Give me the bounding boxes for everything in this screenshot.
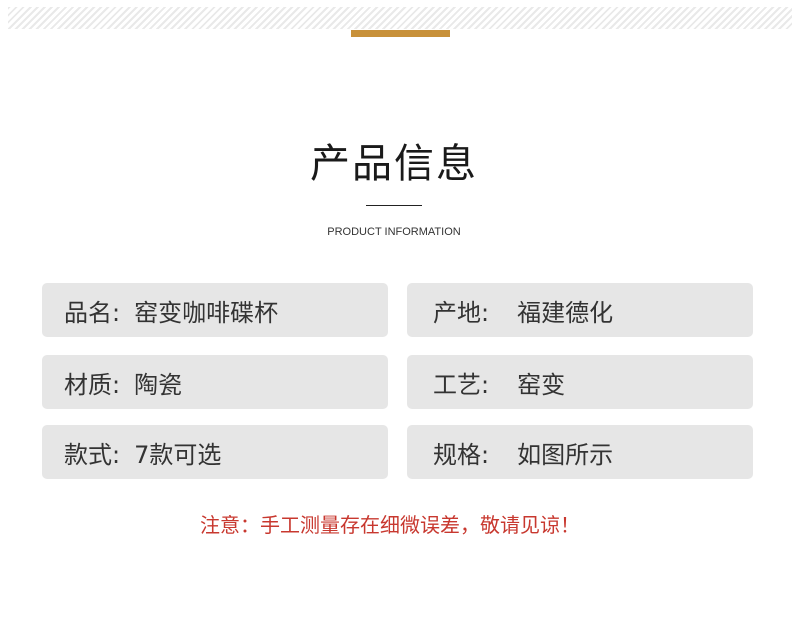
info-label-material: 材质: <box>64 370 121 399</box>
section-title: 产品信息 <box>310 141 478 187</box>
info-value-name: 窑变咖啡碟杯 <box>134 298 279 327</box>
info-value-origin: 福建德化 <box>517 298 614 327</box>
info-value-material: 陶瓷 <box>134 370 183 399</box>
info-label-style: 款式: <box>64 440 121 469</box>
info-value-style: 7款可选 <box>134 440 222 469</box>
info-value-craft: 窑变 <box>517 370 566 399</box>
decorative-hatch-band <box>8 7 792 29</box>
accent-bar <box>351 30 450 37</box>
info-label-spec: 规格: <box>433 440 490 469</box>
info-card-material: 材质: 陶瓷 <box>42 355 388 409</box>
info-card-origin: 产地: 福建德化 <box>407 283 753 337</box>
title-divider <box>366 205 422 206</box>
info-card-spec: 规格: 如图所示 <box>407 425 753 479</box>
info-value-spec: 如图所示 <box>517 440 614 469</box>
info-card-name: 品名: 窑变咖啡碟杯 <box>42 283 388 337</box>
section-subtitle: PRODUCT INFORMATION <box>327 226 461 238</box>
info-label-craft: 工艺: <box>433 370 490 399</box>
info-card-style: 款式: 7款可选 <box>42 425 388 479</box>
measurement-notice: 注意：手工测量存在细微误差，敬请见谅！ <box>200 513 580 537</box>
info-label-origin: 产地: <box>433 298 490 327</box>
info-card-craft: 工艺: 窑变 <box>407 355 753 409</box>
info-label-name: 品名: <box>64 298 121 327</box>
